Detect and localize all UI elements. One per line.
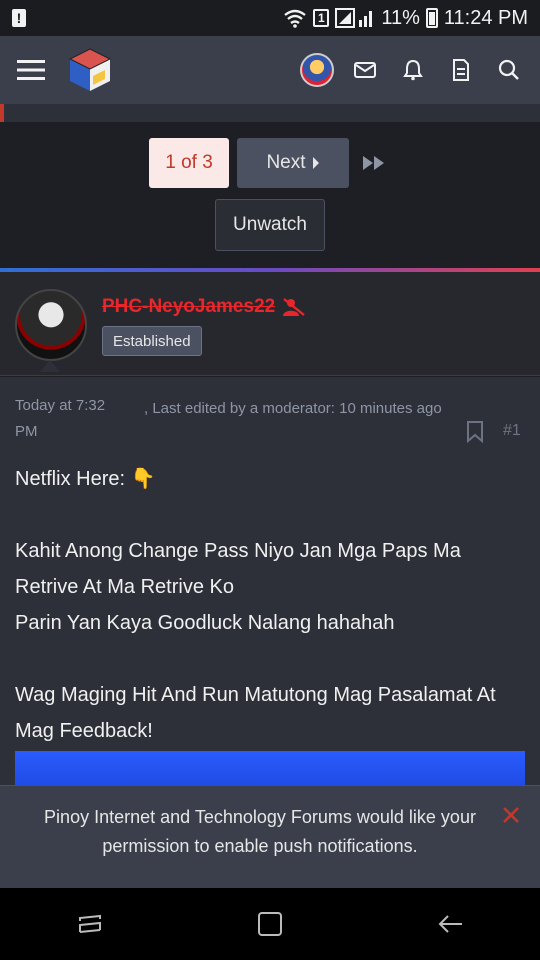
post-line: Kahit Anong Change Pass Niyo Jan Mga Pap… xyxy=(15,540,461,598)
home-icon[interactable] xyxy=(253,907,287,941)
author-username[interactable]: PHC-NeyoJames22 xyxy=(102,296,307,318)
chevron-right-icon xyxy=(312,157,319,169)
post-line: Netflix Here: 👇 xyxy=(15,468,156,490)
banned-user-icon xyxy=(283,298,305,316)
post-line: Parin Yan Kaya Goodluck Nalang hahahah xyxy=(15,612,395,634)
push-permission-message[interactable]: Pinoy Internet and Technology Forums wou… xyxy=(20,803,500,861)
battery-icon xyxy=(425,8,438,28)
post-author-block: PHC-NeyoJames22 Established xyxy=(0,272,540,376)
user-avatar[interactable] xyxy=(300,53,334,87)
signal-icon xyxy=(335,8,373,28)
document-icon[interactable] xyxy=(444,53,478,87)
system-nav-bar xyxy=(0,888,540,960)
wifi-icon xyxy=(284,9,307,28)
previous-content-strip xyxy=(0,104,540,122)
post-body: Today at 7:32 PM , Last edited by a mode… xyxy=(0,377,540,785)
search-icon[interactable] xyxy=(492,53,526,87)
user-title-badge: Established xyxy=(102,326,202,356)
unwatch-button[interactable]: Unwatch xyxy=(215,199,325,251)
push-permission-banner: Pinoy Internet and Technology Forums wou… xyxy=(0,785,540,888)
close-icon[interactable] xyxy=(502,804,520,830)
battery-percent: 11% xyxy=(381,6,420,29)
post-line: Wag Maging Hit And Run Matutong Mag Pasa… xyxy=(15,684,496,742)
avatar-pointer xyxy=(40,360,60,372)
site-logo[interactable] xyxy=(66,46,114,94)
next-page-label: Next xyxy=(266,152,306,173)
post-message: Netflix Here: 👇 Kahit Anong Change Pass … xyxy=(15,461,525,749)
post-date[interactable]: Today at 7:32 PM xyxy=(15,393,125,445)
mail-icon[interactable] xyxy=(348,53,382,87)
bookmark-icon[interactable] xyxy=(466,421,486,444)
status-bar: ! 1 11% 11:24 PM xyxy=(0,0,540,36)
menu-icon[interactable] xyxy=(14,53,48,87)
back-icon[interactable] xyxy=(433,907,467,941)
alert-icon: ! xyxy=(12,9,26,27)
next-page-button[interactable]: Next xyxy=(237,138,349,188)
post-number[interactable]: #1 xyxy=(503,422,521,440)
author-username-text: PHC-NeyoJames22 xyxy=(102,296,276,317)
app-header xyxy=(0,36,540,104)
pagination-area: 1 of 3 Next Unwatch xyxy=(0,122,540,268)
page-indicator[interactable]: 1 of 3 xyxy=(149,138,229,188)
fast-forward-icon[interactable] xyxy=(360,150,388,176)
author-avatar[interactable] xyxy=(15,289,87,361)
recent-apps-icon[interactable] xyxy=(73,907,107,941)
post-edit-note: , Last edited by a moderator: 10 minutes… xyxy=(144,400,442,417)
post-image[interactable] xyxy=(15,751,525,785)
clock: 11:24 PM xyxy=(443,6,528,29)
sim-indicator: 1 xyxy=(313,9,330,27)
bell-icon[interactable] xyxy=(396,53,430,87)
